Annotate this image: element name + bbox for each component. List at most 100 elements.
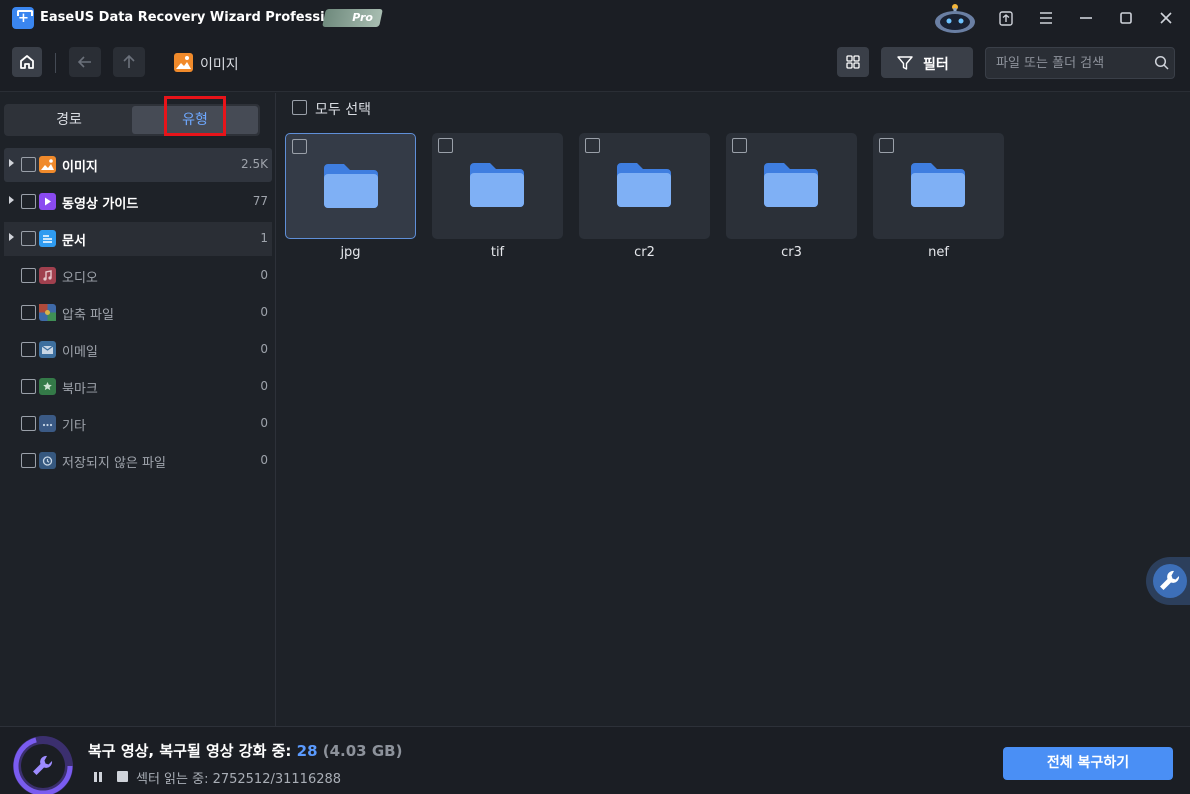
home-button[interactable] bbox=[12, 47, 42, 77]
category-image[interactable]: 이미지 2.5K bbox=[4, 148, 272, 182]
expand-caret-icon[interactable] bbox=[9, 159, 14, 167]
breadcrumb-current[interactable]: 이미지 bbox=[200, 54, 239, 74]
category-checkbox[interactable] bbox=[21, 342, 36, 357]
search-input[interactable] bbox=[996, 54, 1146, 72]
category-email[interactable]: 이메일 0 bbox=[4, 333, 272, 367]
folder-checkbox[interactable] bbox=[732, 138, 747, 153]
category-label: 저장되지 않은 파일 bbox=[62, 456, 166, 471]
title-bar: EaseUS Data Recovery Wizard Professional… bbox=[0, 0, 1190, 36]
category-checkbox[interactable] bbox=[21, 416, 36, 431]
category-archive[interactable]: 압축 파일 0 bbox=[4, 296, 272, 330]
category-count: 0 bbox=[260, 416, 268, 430]
category-count: 0 bbox=[260, 379, 268, 393]
minimize-icon[interactable] bbox=[1076, 8, 1096, 28]
unsaved-file-icon bbox=[39, 452, 56, 469]
back-button[interactable] bbox=[69, 47, 101, 77]
category-bookmark[interactable]: 북마크 0 bbox=[4, 370, 272, 404]
tab-path[interactable]: 경로 bbox=[6, 106, 132, 134]
filter-icon bbox=[897, 56, 913, 70]
folder-icon bbox=[324, 164, 378, 208]
category-count: 0 bbox=[260, 453, 268, 467]
category-count: 1 bbox=[260, 231, 268, 245]
folder-icon bbox=[617, 163, 671, 207]
folder-checkbox[interactable] bbox=[879, 138, 894, 153]
app-title: EaseUS Data Recovery Wizard Professional bbox=[40, 10, 356, 25]
folder-label[interactable]: cr2 bbox=[579, 245, 710, 260]
expand-caret-icon[interactable] bbox=[9, 233, 14, 241]
filter-button[interactable]: 필터 bbox=[881, 47, 973, 78]
category-count: 0 bbox=[260, 342, 268, 356]
arrow-left-icon bbox=[77, 56, 91, 68]
audio-icon bbox=[39, 267, 56, 284]
maximize-icon[interactable] bbox=[1116, 8, 1136, 28]
category-video[interactable]: 동영상 가이드 77 bbox=[4, 185, 272, 219]
folder-icon bbox=[911, 163, 965, 207]
arrow-up-icon bbox=[123, 54, 135, 68]
category-checkbox[interactable] bbox=[21, 453, 36, 468]
repair-tool-button[interactable] bbox=[1146, 557, 1190, 605]
export-icon[interactable] bbox=[996, 8, 1016, 28]
folder-label[interactable]: cr3 bbox=[726, 245, 857, 260]
folder-label[interactable]: jpg bbox=[285, 245, 416, 260]
category-label: 이미지 bbox=[62, 160, 98, 175]
search-icon[interactable] bbox=[1154, 55, 1170, 71]
category-checkbox[interactable] bbox=[21, 194, 36, 209]
category-checkbox[interactable] bbox=[21, 379, 36, 394]
folder-tile[interactable] bbox=[726, 133, 857, 239]
document-icon bbox=[39, 230, 56, 247]
filter-label: 필터 bbox=[923, 57, 949, 73]
home-icon bbox=[20, 55, 34, 69]
archive-icon bbox=[39, 304, 56, 321]
sector-progress: 섹터 읽는 중: 2752512/31116288 bbox=[136, 772, 342, 787]
toolbar: 이미지 필터 bbox=[0, 36, 1190, 92]
category-label: 동영상 가이드 bbox=[62, 197, 139, 212]
category-count: 77 bbox=[252, 194, 268, 208]
image-icon bbox=[39, 156, 56, 173]
up-button[interactable] bbox=[113, 47, 145, 77]
folder-checkbox[interactable] bbox=[438, 138, 453, 153]
category-checkbox[interactable] bbox=[21, 268, 36, 283]
scan-count: 28 bbox=[296, 742, 318, 760]
highlight-box bbox=[164, 96, 226, 136]
grid-view-button[interactable] bbox=[837, 47, 869, 77]
category-audio[interactable]: 오디오 0 bbox=[4, 259, 272, 293]
menu-icon[interactable] bbox=[1036, 8, 1056, 28]
category-label: 이메일 bbox=[62, 345, 98, 360]
folder-checkbox[interactable] bbox=[292, 139, 307, 154]
search-box[interactable] bbox=[985, 47, 1175, 79]
folder-tile[interactable] bbox=[579, 133, 710, 239]
recover-all-button[interactable]: 전체 복구하기 bbox=[1003, 747, 1173, 780]
folder-tile[interactable] bbox=[285, 133, 416, 239]
assistant-robot-icon[interactable] bbox=[932, 2, 978, 34]
folder-tile[interactable] bbox=[432, 133, 563, 239]
folder-label[interactable]: tif bbox=[432, 245, 563, 260]
video-icon bbox=[39, 193, 56, 210]
folder-checkbox[interactable] bbox=[585, 138, 600, 153]
close-icon[interactable] bbox=[1156, 8, 1176, 28]
stop-icon[interactable] bbox=[117, 771, 128, 782]
expand-caret-icon[interactable] bbox=[9, 196, 14, 204]
pro-badge: Pro bbox=[322, 9, 383, 27]
scan-size: (4.03 GB) bbox=[322, 742, 403, 760]
other-folder-icon bbox=[39, 415, 56, 432]
category-document[interactable]: 문서 1 bbox=[4, 222, 272, 256]
category-checkbox[interactable] bbox=[21, 231, 36, 246]
sidebar: 경로 유형 이미지 2.5K 동영상 가이드 77 문서 1 오디오 0 압축 … bbox=[0, 93, 276, 726]
category-count: 2.5K bbox=[241, 157, 268, 171]
pause-icon[interactable] bbox=[92, 771, 104, 783]
category-unsaved[interactable]: 저장되지 않은 파일 0 bbox=[4, 444, 272, 478]
category-label: 압축 파일 bbox=[62, 308, 114, 323]
category-checkbox[interactable] bbox=[21, 305, 36, 320]
scan-status-text: 복구 영상, 복구될 영상 강화 중: bbox=[88, 742, 297, 760]
email-icon bbox=[39, 341, 56, 358]
folder-label[interactable]: nef bbox=[873, 245, 1004, 260]
select-all-checkbox[interactable] bbox=[292, 100, 307, 115]
image-icon bbox=[174, 53, 193, 72]
folder-tile[interactable] bbox=[873, 133, 1004, 239]
scan-progress-icon bbox=[13, 736, 73, 794]
app-logo-icon bbox=[12, 7, 34, 29]
category-checkbox[interactable] bbox=[21, 157, 36, 172]
category-other[interactable]: 기타 0 bbox=[4, 407, 272, 441]
bookmark-icon bbox=[39, 378, 56, 395]
folder-icon bbox=[470, 163, 524, 207]
